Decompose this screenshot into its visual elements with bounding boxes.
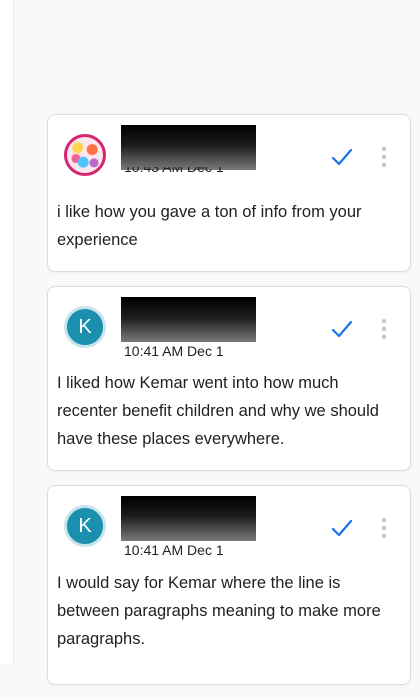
comment-text: i like how you gave a ton of info from y… [57,203,362,249]
comment-timestamp: 10:41 AM Dec 1 [124,542,224,558]
check-icon[interactable] [331,319,353,339]
more-vert-icon[interactable] [379,145,389,169]
more-vert-icon[interactable] [379,516,389,540]
avatar[interactable] [64,134,106,176]
comment-card[interactable]: K 10:41 AM Dec 1 I liked how Kemar went … [47,286,411,471]
more-vert-icon[interactable] [379,317,389,341]
comment-list: 10:43 AM Dec 1 i like how you gave a ton… [47,114,411,699]
comment-timestamp: 10:43 AM Dec 1 [124,167,224,175]
avatar[interactable]: K [64,306,106,348]
comment-text: I liked how Kemar went into how much rec… [57,374,379,448]
check-icon[interactable] [331,518,353,538]
comment-timestamp-clip: 10:43 AM Dec 1 [124,167,244,175]
comment-text: I would say for Kemar where the line is … [57,574,381,648]
comment-timestamp: 10:41 AM Dec 1 [124,343,224,359]
redacted-author-name [121,297,256,342]
comment-card[interactable]: 10:43 AM Dec 1 i like how you gave a ton… [47,114,411,272]
left-rail [0,0,14,664]
comment-card[interactable]: K 10:41 AM Dec 1 I would say for Kemar w… [47,485,411,685]
check-icon[interactable] [331,147,353,167]
redacted-author-name [121,496,256,541]
redacted-author-name [121,125,256,170]
avatar[interactable]: K [64,505,106,547]
